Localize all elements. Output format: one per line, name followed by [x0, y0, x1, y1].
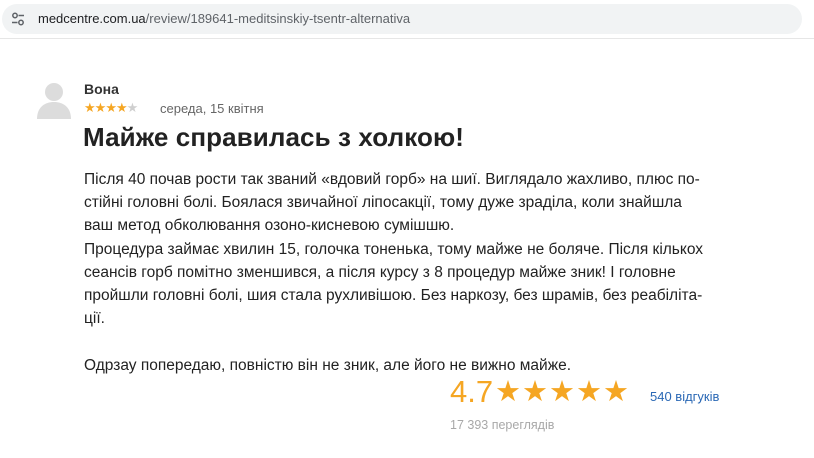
views-count: 17 393 переглядів: [450, 418, 555, 432]
review-line: Після 40 почав рости так званий «вдовий …: [84, 171, 700, 188]
star-empty-icon: ★: [126, 100, 139, 115]
review-line: стійні головні болі. Боялася звичайної л…: [84, 194, 682, 212]
star-icon: ★: [115, 100, 128, 115]
reviews-count-link[interactable]: 540 відгуків: [650, 389, 719, 404]
review-line: ваш метод обколювання озоно-кисневою сум…: [84, 217, 455, 235]
rating-value: 4.7: [450, 374, 494, 409]
review-card: Вона ★★★★★ середа, 15 квітня Майже справ…: [0, 0, 814, 458]
star-icon: ★: [84, 100, 96, 115]
rating-stars-icon: ★★★★★: [495, 376, 630, 408]
review-date: середа, 15 квітня: [160, 101, 264, 116]
review-star-rating: ★★★★★: [84, 100, 139, 116]
review-title: Майже справилась з холкою!: [83, 122, 465, 152]
star-icon: ★: [105, 100, 117, 115]
review-line: Процедура займає хвилин 15, голочка тоне…: [84, 240, 704, 258]
star-icon: ★: [94, 100, 107, 115]
review-author: Вона: [84, 81, 119, 97]
review-line: Одрзау попередаю, повністю він не зник, …: [84, 356, 572, 374]
review-body: Після 40 почав рости так званий «вдовий …: [84, 168, 764, 377]
review-line: пройшли головні болі, шия стала рухливіш…: [84, 287, 703, 305]
review-line: ції.: [84, 310, 105, 328]
avatar: [37, 83, 71, 119]
review-line: сеансів горб помітно зменшився, а після …: [84, 263, 676, 281]
